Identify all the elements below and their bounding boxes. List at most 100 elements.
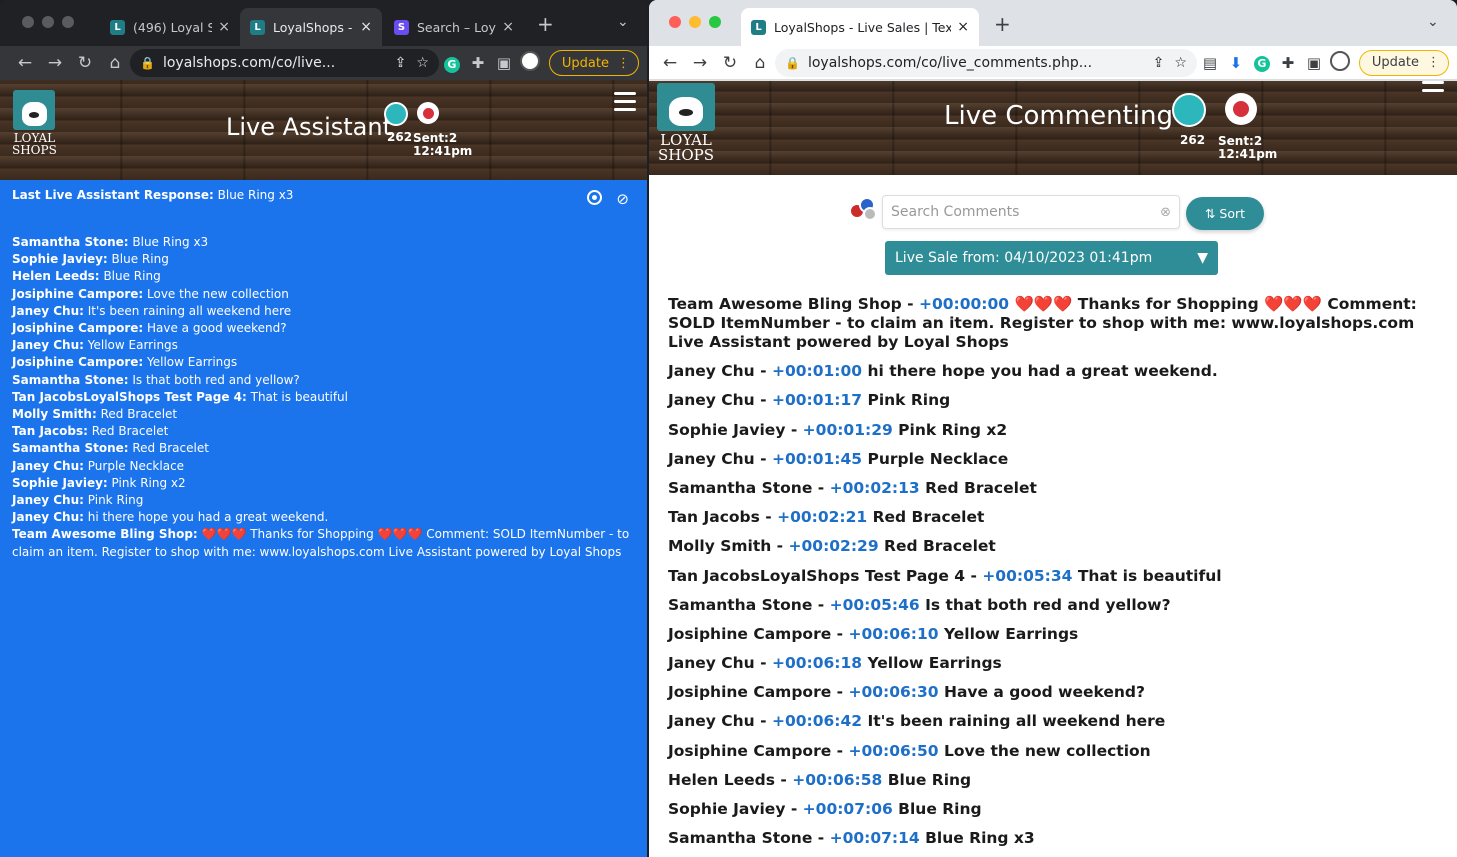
comment-timestamp[interactable]: +00:01:00 xyxy=(772,362,862,380)
comment-row[interactable]: Janey Chu - +00:01:00 hi there hope you … xyxy=(668,362,1437,381)
comment-row[interactable]: Josiphine Campore - +00:06:10 Yellow Ear… xyxy=(668,625,1437,644)
comment-timestamp[interactable]: +00:06:50 xyxy=(848,742,938,760)
close-tab-icon[interactable]: × xyxy=(218,19,230,35)
comment-row[interactable]: Sophie Javiey - +00:07:06 Blue Ring xyxy=(668,800,1437,819)
comment-row[interactable]: Janey Chu - +00:01:45 Purple Necklace xyxy=(668,450,1437,469)
message-author: Josiphine Campore: xyxy=(12,321,144,336)
tab-search-chevron-icon[interactable]: ⌄ xyxy=(1427,14,1439,30)
live-assistant-window: L (496) Loyal Sh × L LoyalShops - × S Se… xyxy=(0,0,647,857)
menu-dots-icon[interactable]: ⋮ xyxy=(1427,55,1440,70)
close-tab-icon[interactable]: × xyxy=(502,19,514,35)
extensions-puzzle-icon[interactable]: ✚ xyxy=(1275,54,1301,72)
comment-timestamp[interactable]: +00:07:06 xyxy=(803,800,893,818)
grammarly-extension-icon[interactable]: G xyxy=(1249,53,1275,72)
comment-row[interactable]: Samantha Stone - +00:02:13 Red Bracelet xyxy=(668,479,1437,498)
hamburger-menu-icon[interactable] xyxy=(1422,81,1444,97)
comment-row[interactable]: Samantha Stone - +00:07:14 Blue Ring x3 xyxy=(668,829,1437,848)
comment-timestamp[interactable]: +00:02:21 xyxy=(777,508,867,526)
comment-row[interactable]: Janey Chu - +00:01:17 Pink Ring xyxy=(668,391,1437,410)
notes-extension-icon[interactable]: ▤ xyxy=(1197,54,1223,72)
comment-timestamp[interactable]: +00:06:58 xyxy=(792,771,882,789)
close-tab-icon[interactable]: × xyxy=(360,19,372,35)
close-window-button[interactable] xyxy=(669,16,681,28)
new-tab-button[interactable]: + xyxy=(537,12,554,36)
tab-loyalshops-live[interactable]: L LoyalShops - × xyxy=(240,8,382,46)
update-button[interactable]: Update ⋮ xyxy=(1358,49,1449,76)
comment-row[interactable]: Tan JacobsLoyalShops Test Page 4 - +00:0… xyxy=(668,567,1437,586)
comment-timestamp[interactable]: +00:06:18 xyxy=(772,654,862,672)
comment-row[interactable]: Josiphine Campore - +00:06:30 Have a goo… xyxy=(668,683,1437,702)
minimize-window-button[interactable] xyxy=(689,16,701,28)
forward-arrow-icon[interactable]: → xyxy=(685,53,715,73)
loyal-shops-logo[interactable]: LOYAL SHOPS xyxy=(657,83,715,163)
sent-badge-icon[interactable] xyxy=(417,102,439,124)
download-extension-icon[interactable]: ⬇ xyxy=(1223,54,1249,72)
award-ribbons-icon[interactable] xyxy=(839,197,879,227)
loyal-shops-logo[interactable]: LOYAL SHOPS xyxy=(12,90,57,156)
comment-row[interactable]: Molly Smith - +00:02:29 Red Bracelet xyxy=(668,537,1437,556)
forward-arrow-icon[interactable]: → xyxy=(40,53,70,73)
minimize-window-button[interactable] xyxy=(42,16,54,28)
zoom-window-button[interactable] xyxy=(62,16,74,28)
sent-badge-icon[interactable] xyxy=(1225,93,1257,125)
comment-row[interactable]: Tan Jacobs - +00:02:21 Red Bracelet xyxy=(668,508,1437,527)
comment-timestamp[interactable]: +00:01:45 xyxy=(772,450,862,468)
profile-avatar-icon[interactable] xyxy=(1327,50,1353,75)
comment-timestamp[interactable]: +00:06:10 xyxy=(848,625,938,643)
menu-dots-icon[interactable]: ⋮ xyxy=(617,56,630,71)
comment-row[interactable]: Sophie Javiey - +00:01:29 Pink Ring x2 xyxy=(668,421,1437,440)
address-bar[interactable]: 🔒 loyalshops.com/co/live_comments.php...… xyxy=(775,48,1197,77)
back-arrow-icon[interactable]: ← xyxy=(655,53,685,73)
back-arrow-icon[interactable]: ← xyxy=(10,53,40,73)
viewers-bubble-icon[interactable] xyxy=(384,102,408,126)
reload-icon[interactable]: ↻ xyxy=(715,53,745,73)
grammarly-extension-icon[interactable]: G xyxy=(439,54,465,73)
home-icon[interactable]: ⌂ xyxy=(100,53,130,73)
comment-timestamp[interactable]: +00:01:29 xyxy=(803,421,893,439)
tab-loyalshops-live-sales[interactable]: L LoyalShops - Live Sales | Textin × xyxy=(741,8,979,46)
comment-timestamp[interactable]: +00:06:30 xyxy=(848,683,938,701)
comment-author: Samantha Stone xyxy=(668,595,813,614)
hamburger-menu-icon[interactable] xyxy=(614,92,636,116)
hide-eye-slash-icon[interactable]: ⊘ xyxy=(616,190,629,208)
zoom-window-button[interactable] xyxy=(709,16,721,28)
live-sale-select[interactable]: Live Sale from: 04/10/2023 01:41pm ▼ xyxy=(885,241,1218,275)
comment-row[interactable]: Janey Chu - +00:06:18 Yellow Earrings xyxy=(668,654,1437,673)
comment-timestamp[interactable]: +00:05:46 xyxy=(830,596,920,614)
extensions-puzzle-icon[interactable]: ✚ xyxy=(465,54,491,72)
profile-avatar-icon[interactable] xyxy=(517,51,543,75)
tab-search[interactable]: S Search – Loya × xyxy=(384,8,524,46)
comment-row[interactable]: Janey Chu - +00:06:42 It's been raining … xyxy=(668,712,1437,731)
clear-search-icon[interactable]: ⊗ xyxy=(1160,205,1171,220)
comment-timestamp[interactable]: +00:00:00 xyxy=(919,295,1009,313)
location-target-icon[interactable] xyxy=(587,190,603,205)
comment-timestamp[interactable]: +00:02:29 xyxy=(789,537,879,555)
comment-timestamp[interactable]: +00:07:14 xyxy=(830,829,920,847)
comment-timestamp[interactable]: +00:01:17 xyxy=(772,391,862,409)
sort-button[interactable]: ⇅ Sort xyxy=(1186,197,1264,230)
comment-timestamp[interactable]: +00:02:13 xyxy=(830,479,920,497)
tab-search-chevron-icon[interactable]: ⌄ xyxy=(617,14,629,30)
search-comments-input[interactable]: Search Comments ⊗ xyxy=(882,195,1180,229)
new-tab-button[interactable]: + xyxy=(994,12,1011,36)
comment-row[interactable]: Team Awesome Bling Shop - +00:00:00 ❤️❤️… xyxy=(668,295,1437,352)
bookmark-star-icon[interactable]: ☆ xyxy=(1174,55,1187,71)
comment-row[interactable]: Josiphine Campore - +00:06:50 Love the n… xyxy=(668,742,1437,761)
viewers-bubble-icon[interactable] xyxy=(1172,93,1206,127)
side-panel-icon[interactable]: ▣ xyxy=(491,54,517,72)
close-window-button[interactable] xyxy=(22,16,34,28)
reload-icon[interactable]: ↻ xyxy=(70,53,100,73)
comment-row[interactable]: Helen Leeds - +00:06:58 Blue Ring xyxy=(668,771,1437,790)
comment-timestamp[interactable]: +00:06:42 xyxy=(772,712,862,730)
comment-timestamp[interactable]: +00:05:34 xyxy=(982,567,1072,585)
share-icon[interactable]: ⇪ xyxy=(395,55,407,71)
share-icon[interactable]: ⇪ xyxy=(1153,55,1165,71)
tab-loyal-shops-inbox[interactable]: L (496) Loyal Sh × xyxy=(100,8,240,46)
home-icon[interactable]: ⌂ xyxy=(745,53,775,73)
comment-row[interactable]: Samantha Stone - +00:05:46 Is that both … xyxy=(668,596,1437,615)
update-button[interactable]: Update ⋮ xyxy=(548,50,639,76)
close-tab-icon[interactable]: × xyxy=(957,19,969,35)
side-panel-icon[interactable]: ▣ xyxy=(1301,54,1327,72)
bookmark-star-icon[interactable]: ☆ xyxy=(416,55,429,71)
address-bar[interactable]: 🔒 loyalshops.com/co/live... ⇪ ☆ xyxy=(130,49,439,77)
